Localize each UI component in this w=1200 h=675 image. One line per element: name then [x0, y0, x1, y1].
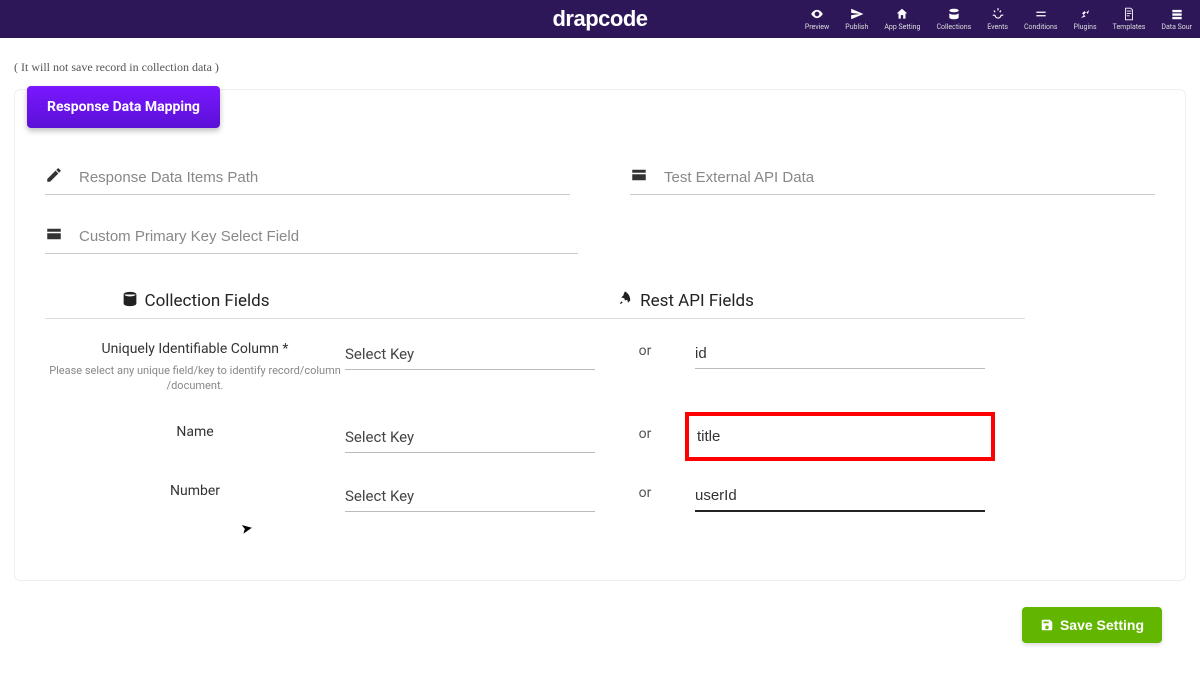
hint-text: ( It will not save record in collection … — [14, 60, 1188, 75]
save-icon — [1040, 618, 1054, 632]
rocket-icon — [616, 290, 634, 312]
nav-collections[interactable]: Collections — [928, 0, 979, 38]
test-api-field[interactable] — [630, 160, 1155, 195]
highlighted-input — [685, 412, 995, 461]
tab-response-data-mapping[interactable]: Response Data Mapping — [27, 86, 220, 128]
nav-events[interactable]: Events — [979, 0, 1016, 38]
nav-conditions[interactable]: Conditions — [1016, 0, 1066, 38]
pencil-icon — [45, 166, 67, 188]
api-key-input[interactable] — [697, 422, 983, 451]
select-key-dropdown[interactable]: Select Key — [345, 339, 595, 370]
mapping-row: Number Select Key or — [45, 481, 1155, 512]
select-key-dropdown[interactable]: Select Key — [345, 422, 595, 453]
database-icon — [121, 290, 139, 312]
primary-key-input[interactable] — [79, 228, 578, 245]
or-text: or — [615, 339, 675, 359]
row-label: Number — [45, 481, 345, 499]
nav-data-source[interactable]: Data Sour — [1153, 0, 1200, 38]
nav-icons: Preview Publish App Setting Collections … — [797, 0, 1200, 38]
or-text: or — [615, 481, 675, 501]
mapping-row: Uniquely Identifiable Column * Please se… — [45, 339, 1155, 394]
row-label: Uniquely Identifiable Column * Please se… — [45, 339, 345, 394]
rest-api-fields-heading: Rest API Fields — [345, 290, 1025, 319]
nav-publish[interactable]: Publish — [837, 0, 876, 38]
response-items-path-input[interactable] — [79, 169, 570, 186]
api-key-input[interactable] — [695, 481, 985, 512]
mapping-card: Response Data Mapping — [14, 89, 1186, 581]
mapping-row: Name Select Key or — [45, 422, 1155, 453]
nav-templates[interactable]: Templates — [1105, 0, 1154, 38]
nav-plugins[interactable]: Plugins — [1066, 0, 1105, 38]
save-setting-button[interactable]: Save Setting — [1022, 607, 1162, 643]
collection-fields-heading: Collection Fields — [45, 290, 345, 319]
select-key-dropdown[interactable]: Select Key — [345, 481, 595, 512]
primary-key-field[interactable] — [45, 219, 578, 254]
brand-logo: drapcode — [552, 6, 647, 32]
card-icon — [45, 225, 67, 247]
top-navbar: drapcode Preview Publish App Setting Col… — [0, 0, 1200, 38]
row-label: Name — [45, 422, 345, 440]
response-items-path-field[interactable] — [45, 160, 570, 195]
card-icon — [630, 166, 652, 188]
nav-app-setting[interactable]: App Setting — [876, 0, 928, 38]
test-api-input[interactable] — [664, 169, 1155, 186]
or-text: or — [615, 422, 675, 442]
api-key-input[interactable] — [695, 339, 985, 369]
page-body: ( It will not save record in collection … — [0, 60, 1200, 643]
nav-preview[interactable]: Preview — [797, 0, 837, 38]
